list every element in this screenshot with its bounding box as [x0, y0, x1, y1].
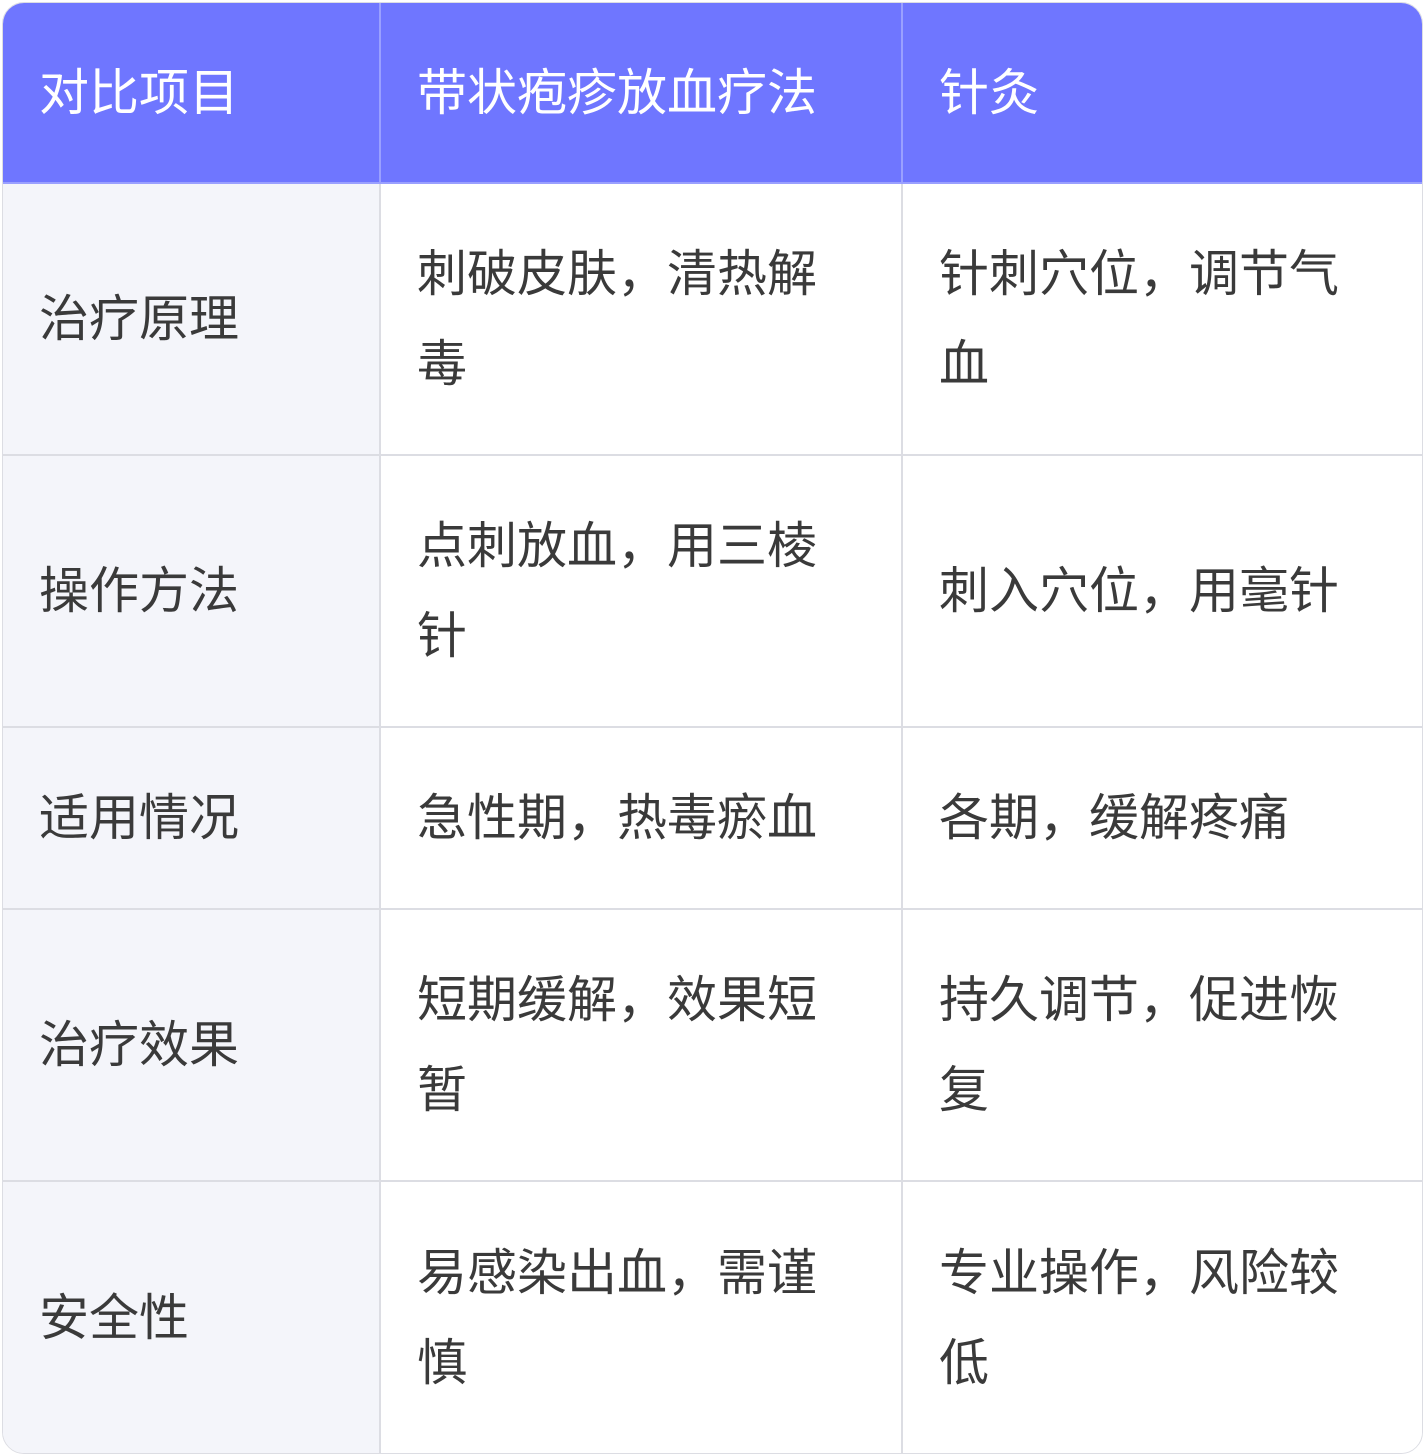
table-row: 治疗效果 短期缓解，效果短暂 持久调节，促进恢复: [3, 908, 1422, 1182]
bloodletting-value-cell: 急性期，热毒瘀血: [379, 726, 903, 910]
row-label-cell: 治疗效果: [3, 908, 381, 1182]
row-label-cell: 适用情况: [3, 726, 381, 910]
bloodletting-value-cell: 刺破皮肤，清热解毒: [379, 182, 903, 456]
table-body: 治疗原理 刺破皮肤，清热解毒 针刺穴位，调节气血 操作方法 点刺放血，用三棱针 …: [3, 182, 1422, 1453]
acupuncture-value-cell: 持久调节，促进恢复: [901, 908, 1422, 1182]
bloodletting-value-cell: 易感染出血，需谨慎: [379, 1180, 903, 1453]
row-label-cell: 操作方法: [3, 454, 381, 728]
table-row: 适用情况 急性期，热毒瘀血 各期，缓解疼痛: [3, 726, 1422, 910]
acupuncture-value-cell: 专业操作，风险较低: [901, 1180, 1422, 1453]
comparison-table-container: 对比项目 带状疱疹放血疗法 针灸 治疗原理 刺破皮肤，清热解毒 针刺穴位，调节气…: [2, 2, 1423, 1454]
bloodletting-value-cell: 短期缓解，效果短暂: [379, 908, 903, 1182]
comparison-table: 对比项目 带状疱疹放血疗法 针灸 治疗原理 刺破皮肤，清热解毒 针刺穴位，调节气…: [3, 3, 1422, 1453]
table-header: 对比项目 带状疱疹放血疗法 针灸: [3, 3, 1422, 184]
table-row: 操作方法 点刺放血，用三棱针 刺入穴位，用毫针: [3, 454, 1422, 728]
acupuncture-value-cell: 各期，缓解疼痛: [901, 726, 1422, 910]
table-row: 治疗原理 刺破皮肤，清热解毒 针刺穴位，调节气血: [3, 182, 1422, 456]
acupuncture-value-cell: 针刺穴位，调节气血: [901, 182, 1422, 456]
header-cell-bloodletting-therapy: 带状疱疹放血疗法: [379, 3, 903, 184]
acupuncture-value-cell: 刺入穴位，用毫针: [901, 454, 1422, 728]
header-cell-acupuncture: 针灸: [901, 3, 1422, 184]
bloodletting-value-cell: 点刺放血，用三棱针: [379, 454, 903, 728]
row-label-cell: 安全性: [3, 1180, 381, 1453]
header-row: 对比项目 带状疱疹放血疗法 针灸: [3, 3, 1422, 184]
header-cell-comparison-item: 对比项目: [3, 3, 381, 184]
row-label-cell: 治疗原理: [3, 182, 381, 456]
table-row: 安全性 易感染出血，需谨慎 专业操作，风险较低: [3, 1180, 1422, 1453]
